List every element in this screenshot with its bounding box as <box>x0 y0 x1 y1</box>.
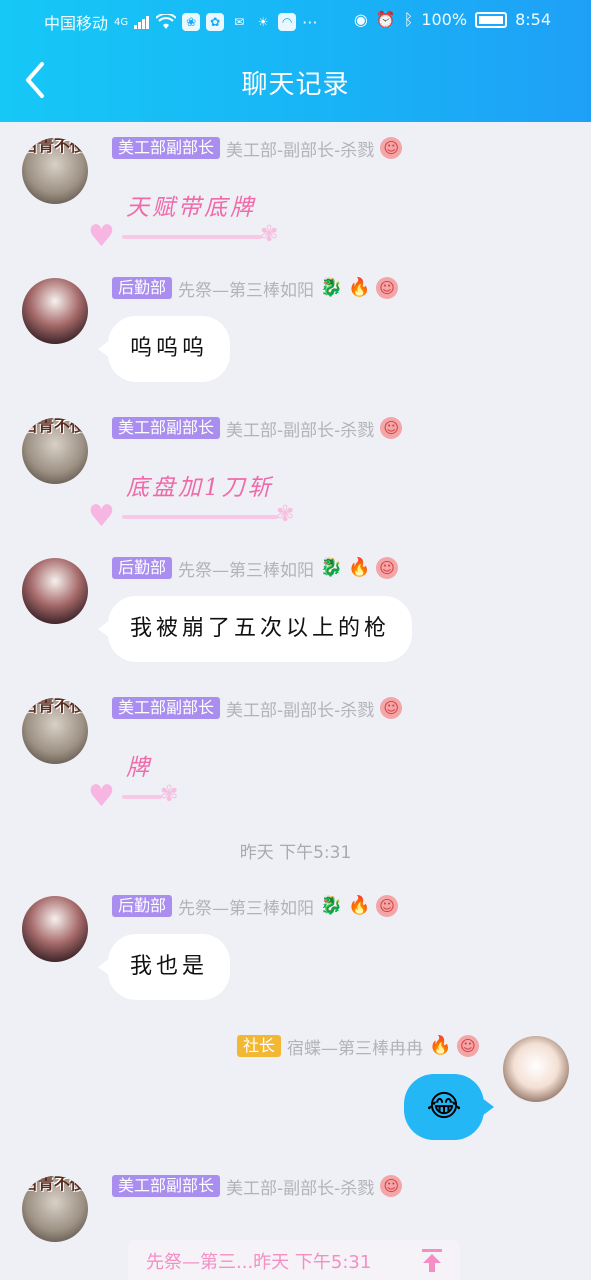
wifi-icon <box>156 14 177 29</box>
bluetooth-icon: ᛒ <box>403 10 414 29</box>
flower-icon: ✾ <box>160 782 179 807</box>
message-row: 百青不侵 美工部副部长 美工部-副部长-杀戮 ☺ 天赋带底牌 ♥ ✾ <box>0 136 591 256</box>
jump-bar-text: 先祭—第三...昨天 下午5:31 <box>146 1252 372 1273</box>
member-title-badge: 后勤部 <box>112 277 173 299</box>
sender-nickname[interactable]: 美工部-副部长-杀戮 <box>226 1174 374 1199</box>
bulb-icon: ☀ <box>257 15 269 29</box>
avatar[interactable] <box>22 896 88 962</box>
eye-icon: ◉ <box>353 10 368 29</box>
avatar[interactable] <box>22 558 88 624</box>
fancy-text-message[interactable]: 牌 <box>126 748 152 782</box>
avatar[interactable]: 百青不侵 <box>22 1176 88 1242</box>
clock-time: 8:54 <box>515 10 551 29</box>
sender-nickname[interactable]: 美工部-副部长-杀戮 <box>226 136 374 161</box>
avatar[interactable]: 百青不侵 <box>22 138 88 204</box>
sender-nickname[interactable]: 先祭—第三棒如阳 <box>178 276 314 301</box>
laughing-emoji-icon: 😂 <box>426 1089 462 1124</box>
fire-icon: 🔥 <box>348 277 371 298</box>
flower-icon: ✾ <box>276 502 295 527</box>
signal-icon <box>134 16 150 29</box>
avatar[interactable]: 百青不侵 <box>22 698 88 764</box>
member-title-badge: 美工部副部长 <box>112 1175 221 1197</box>
app-notification-icon: ❀ <box>182 13 201 31</box>
message-row: 百青不侵 美工部副部长 美工部-副部长-杀戮 ☺ 牌 ♥ ✾ <box>0 696 591 816</box>
avatar-frame-text: 百青不侵 <box>22 418 87 435</box>
sender-meta: 后勤部 先祭—第三棒如阳 🐉 🔥 ☺ <box>112 276 399 301</box>
message-row: 百青不侵 美工部副部长 美工部-副部长-杀戮 ☺ 底盘加1刀斩 ♥ ✾ <box>0 416 591 536</box>
member-title-badge: 社长 <box>236 1035 281 1057</box>
sender-meta: 美工部副部长 美工部-副部长-杀戮 ☺ <box>112 1174 403 1199</box>
dragon-icon: 🐉 <box>320 557 343 578</box>
header: 中国移动 4G ❀ ✿ ✉ ☀ ◠ ··· ◉ ⏰ ᛒ 100% 8:54 聊天… <box>0 0 591 122</box>
smile-badge-icon: ☺ <box>376 895 399 917</box>
sender-meta: 美工部副部长 美工部-副部长-杀戮 ☺ <box>112 696 403 721</box>
smile-badge-icon: ☺ <box>457 1035 479 1057</box>
network-label: 4G <box>114 16 129 28</box>
sender-nickname[interactable]: 宿蝶—第三棒冉冉 <box>287 1034 423 1059</box>
fancy-text-message[interactable]: 底盘加1刀斩 <box>126 468 274 502</box>
sender-meta: 后勤部 先祭—第三棒如阳 🐉 🔥 ☺ <box>112 556 399 581</box>
dragon-icon: 🐉 <box>320 895 343 916</box>
message-row: 后勤部 先祭—第三棒如阳 🐉 🔥 ☺ 我也是 <box>0 894 591 1004</box>
arrow-up-icon <box>422 1249 442 1272</box>
message-bubble[interactable]: 我也是 <box>97 934 231 1000</box>
avatar-frame-text: 百青不侵 <box>22 138 87 155</box>
member-title-badge: 美工部副部长 <box>112 697 221 719</box>
flower-icon: ✾ <box>260 222 279 247</box>
fancy-text-message[interactable]: 天赋带底牌 <box>126 188 256 222</box>
dragon-icon: 🐉 <box>320 277 343 298</box>
sender-meta: 美工部副部长 美工部-副部长-杀戮 ☺ <box>112 136 403 161</box>
status-bar: 中国移动 4G ❀ ✿ ✉ ☀ ◠ ··· ◉ ⏰ ᛒ 100% 8:54 <box>0 0 591 40</box>
member-title-badge: 后勤部 <box>112 895 173 917</box>
sender-meta: 美工部副部长 美工部-副部长-杀戮 ☺ <box>112 416 403 441</box>
smile-badge-icon: ☺ <box>380 417 403 439</box>
fire-icon: 🔥 <box>348 895 371 916</box>
sender-meta: 后勤部 先祭—第三棒如阳 🐉 🔥 ☺ <box>112 894 399 919</box>
time-separator: 昨天 下午5:31 <box>239 843 352 863</box>
fancy-text-decoration: ♥ ✾ <box>88 500 313 534</box>
fancy-text-decoration: ♥ ✾ <box>88 780 198 814</box>
wechat-icon: ✉ <box>234 15 245 29</box>
avatar[interactable]: 百青不侵 <box>22 418 88 484</box>
member-title-badge: 美工部副部长 <box>112 417 221 439</box>
app-logo-icon: ◠ <box>278 13 297 31</box>
sender-meta: 社长 宿蝶—第三棒冉冉 🔥 ☺ <box>236 1034 479 1059</box>
message-row: 后勤部 先祭—第三棒如阳 🐉 🔥 ☺ 呜呜呜 <box>0 276 591 386</box>
alarm-icon: ⏰ <box>375 10 396 29</box>
smile-badge-icon: ☺ <box>376 557 399 579</box>
fancy-text-decoration: ♥ ✾ <box>88 220 298 254</box>
member-title-badge: 美工部副部长 <box>112 137 221 159</box>
message-bubble[interactable]: 呜呜呜 <box>97 316 231 382</box>
message-row: 后勤部 先祭—第三棒如阳 🐉 🔥 ☺ 我被崩了五次以上的枪 <box>0 556 591 666</box>
jump-to-message-bar[interactable]: 先祭—第三...昨天 下午5:31 <box>128 1240 460 1280</box>
smile-badge-icon: ☺ <box>380 137 403 159</box>
sender-nickname[interactable]: 先祭—第三棒如阳 <box>178 556 314 581</box>
member-title-badge: 后勤部 <box>112 557 173 579</box>
message-row-self: 社长 宿蝶—第三棒冉冉 🔥 ☺ 😂 <box>0 1034 591 1144</box>
scroll-top-button[interactable] <box>418 1246 446 1274</box>
sender-nickname[interactable]: 先祭—第三棒如阳 <box>178 894 314 919</box>
avatar-frame-text: 百青不侵 <box>22 698 87 715</box>
battery-icon <box>475 11 508 28</box>
paw-app-icon: ✿ <box>206 13 225 31</box>
page-title: 聊天记录 <box>241 70 350 100</box>
smile-badge-icon: ☺ <box>376 277 399 299</box>
sender-nickname[interactable]: 美工部-副部长-杀戮 <box>226 416 374 441</box>
smile-badge-icon: ☺ <box>380 697 403 719</box>
avatar[interactable] <box>22 278 88 344</box>
avatar-frame-text: 百青不侵 <box>22 1176 87 1193</box>
fire-icon: 🔥 <box>348 557 371 578</box>
my-message-bubble[interactable]: 😂 <box>404 1074 494 1140</box>
carrier-label: 中国移动 <box>44 14 109 33</box>
sender-nickname[interactable]: 美工部-副部长-杀戮 <box>226 696 374 721</box>
battery-percent: 100% <box>421 10 468 29</box>
message-bubble[interactable]: 我被崩了五次以上的枪 <box>97 596 413 662</box>
fire-icon: 🔥 <box>429 1035 452 1056</box>
more-notifications-icon: ··· <box>302 12 318 32</box>
avatar[interactable] <box>503 1036 569 1102</box>
smile-badge-icon: ☺ <box>380 1175 403 1197</box>
